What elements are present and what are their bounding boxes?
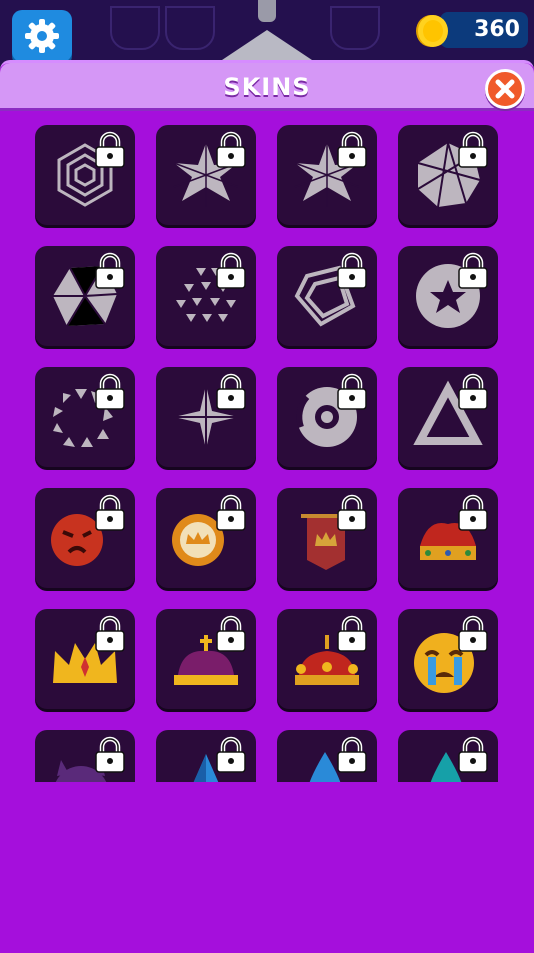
skin-tile-devil-face[interactable] bbox=[35, 730, 135, 782]
panel-header: SKINS bbox=[0, 63, 534, 111]
lock-icon bbox=[95, 615, 125, 652]
background-cup-icon bbox=[165, 6, 215, 50]
skin-tile-gold-crown[interactable] bbox=[35, 609, 135, 709]
skin-tile-brake-disc[interactable] bbox=[277, 367, 377, 467]
lock-icon bbox=[337, 615, 367, 652]
skin-tile-triangle-sphere[interactable] bbox=[398, 125, 498, 225]
coin-count: 360 bbox=[474, 17, 520, 42]
lock-icon bbox=[458, 373, 488, 410]
skin-tile-purple-crown[interactable] bbox=[156, 609, 256, 709]
lock-icon bbox=[95, 252, 125, 289]
skin-tile-hexagon-rings[interactable] bbox=[35, 125, 135, 225]
lock-icon bbox=[337, 252, 367, 289]
lock-icon bbox=[458, 131, 488, 168]
gear-icon bbox=[25, 19, 59, 53]
skin-tile-star-circle[interactable] bbox=[398, 246, 498, 346]
skin-tile-folded-square[interactable] bbox=[277, 246, 377, 346]
close-button[interactable] bbox=[485, 69, 525, 109]
close-icon bbox=[495, 79, 515, 99]
skin-tile-penrose-triangle[interactable] bbox=[398, 367, 498, 467]
background-cup-icon bbox=[110, 6, 160, 50]
skin-tile-star-burst[interactable] bbox=[156, 125, 256, 225]
lock-icon bbox=[216, 373, 246, 410]
skin-tile-royal-crown[interactable] bbox=[398, 488, 498, 588]
skin-tile-crown-banner[interactable] bbox=[277, 488, 377, 588]
skin-tile-geodesic-gem[interactable] bbox=[35, 246, 135, 346]
skin-tile-crown-badge[interactable] bbox=[156, 488, 256, 588]
skin-tile-star-burst-alt[interactable] bbox=[277, 125, 377, 225]
lock-icon bbox=[216, 615, 246, 652]
coin-icon bbox=[416, 15, 448, 47]
skin-tile-blue-drop[interactable] bbox=[277, 730, 377, 782]
lock-icon bbox=[95, 736, 125, 773]
lock-icon bbox=[337, 736, 367, 773]
skin-tile-crying-face[interactable] bbox=[398, 609, 498, 709]
skin-tile-compass-star[interactable] bbox=[156, 367, 256, 467]
lock-icon bbox=[95, 494, 125, 531]
skins-grid bbox=[0, 125, 534, 782]
hook-pole bbox=[258, 0, 276, 22]
lock-icon bbox=[216, 131, 246, 168]
skin-tile-triangle-dots[interactable] bbox=[156, 246, 256, 346]
lock-icon bbox=[458, 615, 488, 652]
skin-tile-triangle-ring[interactable] bbox=[35, 367, 135, 467]
settings-button[interactable] bbox=[12, 10, 72, 62]
lock-icon bbox=[337, 373, 367, 410]
skin-tile-teal-drop[interactable] bbox=[398, 730, 498, 782]
lock-icon bbox=[95, 373, 125, 410]
page-title: SKINS bbox=[223, 73, 311, 101]
lock-icon bbox=[458, 252, 488, 289]
skin-tile-red-crown[interactable] bbox=[277, 609, 377, 709]
background-cup-icon bbox=[330, 6, 380, 50]
lock-icon bbox=[337, 131, 367, 168]
lock-icon bbox=[216, 252, 246, 289]
lock-icon bbox=[458, 494, 488, 531]
skin-tile-blue-crystal[interactable] bbox=[156, 730, 256, 782]
lock-icon bbox=[337, 494, 367, 531]
hook-icon bbox=[222, 30, 312, 60]
skin-tile-angry-face[interactable] bbox=[35, 488, 135, 588]
lock-icon bbox=[95, 131, 125, 168]
lock-icon bbox=[458, 736, 488, 773]
lock-icon bbox=[216, 736, 246, 773]
lock-icon bbox=[216, 494, 246, 531]
